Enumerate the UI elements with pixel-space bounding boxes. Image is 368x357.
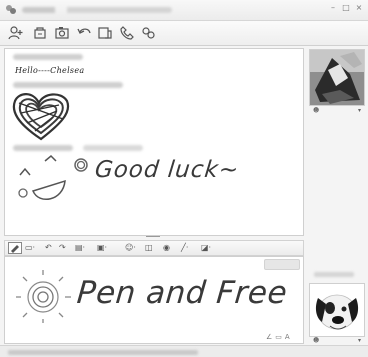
eraser-mode-icon[interactable]: ▭ — [275, 333, 282, 341]
messenger-app-icon — [6, 5, 16, 14]
undo-icon[interactable] — [76, 25, 92, 41]
status-bar — [0, 345, 368, 357]
status-text — [8, 350, 198, 355]
message-input-area[interactable]: Pen and Free — [4, 256, 304, 344]
contact-avatar-controls: ☻ ▾ — [311, 107, 363, 115]
sender-line — [13, 82, 123, 88]
minimize-icon[interactable]: – — [328, 3, 338, 13]
sender-line — [13, 54, 83, 60]
photo-icon[interactable] — [54, 25, 70, 41]
text-mode-icon[interactable]: A — [285, 333, 290, 341]
drawn-smiley-image — [18, 154, 88, 201]
pen-width-icon[interactable]: ▭· — [25, 242, 35, 254]
maximize-icon[interactable]: □ — [341, 3, 351, 13]
self-name — [314, 272, 354, 277]
handwritten-message: Good luck~ — [93, 157, 241, 183]
window-title — [22, 7, 172, 13]
eraser-icon[interactable]: ◪· — [201, 242, 211, 254]
self-photo — [310, 284, 364, 336]
drawn-greeting: Hello----Chelsea — [15, 66, 85, 75]
messenger-window: – □ × Hello----Chelsea Good luck~ ☻ ▾ ▭·… — [0, 0, 368, 357]
nudge-icon[interactable]: ☺· — [125, 242, 136, 254]
contact-avatar[interactable] — [309, 49, 365, 106]
send-button[interactable] — [264, 259, 300, 270]
ink-mode-icon[interactable]: ∠ — [266, 333, 272, 341]
title-bar: – □ × — [0, 0, 368, 21]
self-avatar[interactable] — [309, 283, 365, 337]
status-icon[interactable]: ☻ — [313, 337, 319, 344]
profile-icon[interactable] — [140, 25, 156, 41]
ink-color-icon[interactable]: ╱· — [181, 242, 188, 254]
status-icon[interactable]: ☻ — [313, 107, 319, 114]
phone-icon[interactable] — [119, 25, 135, 41]
chevron-down-icon[interactable]: ▾ — [358, 107, 361, 114]
emoticon-icon[interactable]: ▣· — [97, 242, 107, 254]
input-mode-switch: ∠ ▭ A — [266, 333, 290, 341]
chevron-down-icon[interactable]: ▾ — [358, 337, 361, 344]
chat-history[interactable]: Hello----Chelsea Good luck~ — [4, 48, 304, 236]
main-toolbar — [0, 21, 368, 46]
invite-icon[interactable] — [8, 25, 24, 41]
block-icon[interactable] — [97, 25, 113, 41]
file-share-icon[interactable] — [32, 25, 48, 41]
close-icon[interactable]: × — [354, 3, 364, 13]
wink-icon[interactable]: ◉ — [163, 242, 170, 254]
self-avatar-controls: ☻ ▾ — [311, 337, 363, 345]
font-icon[interactable]: ▤· — [75, 242, 85, 254]
undo-icon[interactable]: ↶ — [45, 242, 52, 254]
format-toolbar: ▭· ↶ ↷ ▤· ▣· ☺· ◫ ◉ ╱· ◪· — [4, 240, 304, 256]
drawn-heart-image — [12, 93, 70, 141]
window-controls: – □ × — [328, 3, 364, 13]
handwritten-input-text: Pen and Free — [75, 275, 289, 311]
contact-photo — [310, 50, 364, 105]
drawn-sun-image — [16, 270, 71, 323]
background-icon[interactable]: ◫ — [145, 242, 153, 254]
redo-icon[interactable]: ↷ — [59, 242, 66, 254]
pen-mode-icon[interactable] — [8, 242, 22, 254]
